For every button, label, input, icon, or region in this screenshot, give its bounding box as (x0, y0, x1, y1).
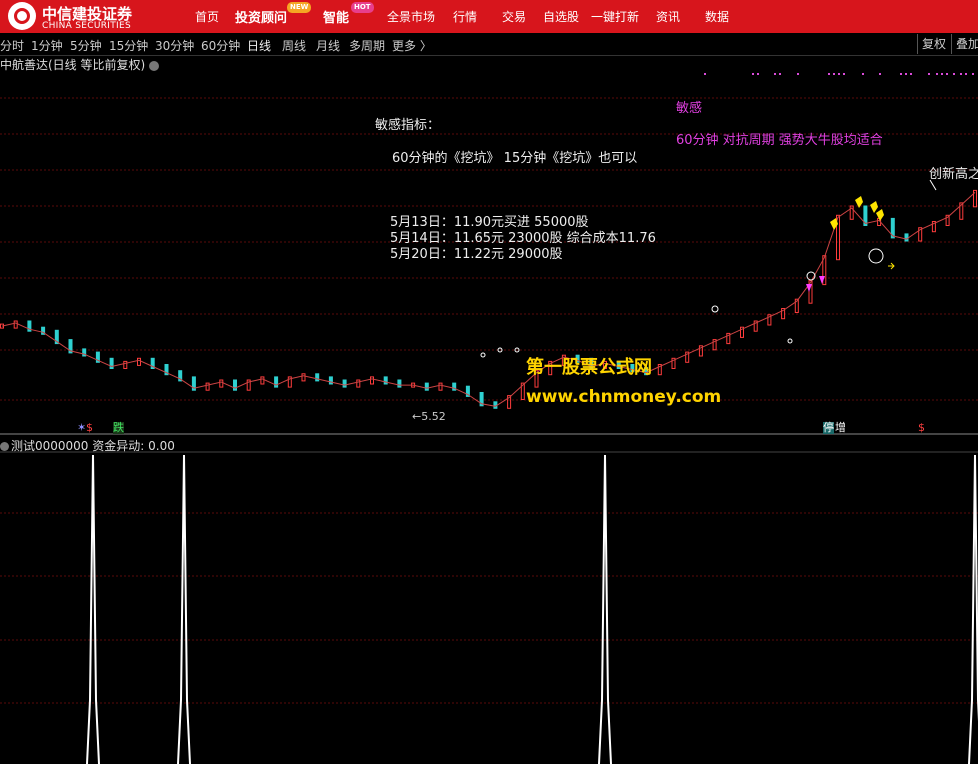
indicator-spike (968, 454, 978, 764)
candle (904, 233, 909, 242)
candle (397, 379, 402, 388)
ting-signal: 停 (823, 421, 834, 434)
candle (137, 357, 141, 366)
low-price-label: ←5.52 (412, 410, 446, 423)
indicator-spike (177, 454, 191, 764)
dropdown-icon[interactable] (149, 60, 160, 71)
candle (356, 379, 361, 388)
indicator-spike (86, 454, 100, 764)
candle (438, 382, 443, 391)
stock-title[interactable]: 中航善达(日线 等比前复权) (0, 56, 160, 73)
note-line1: 60分钟的《挖坑》 15分钟《挖坑》也可以 (392, 151, 638, 166)
candle (301, 373, 306, 382)
candle (123, 360, 128, 369)
candle (260, 376, 265, 385)
indicator-title-text: 测试0000000 资金异动: 0.00 (11, 439, 175, 453)
candle (219, 379, 224, 388)
indicator-spike (598, 454, 612, 764)
star-signal: ✶ (77, 421, 87, 434)
candle (13, 320, 18, 329)
dollar-signal-2: $ (918, 421, 925, 434)
top-dots (704, 73, 974, 75)
indicator-title[interactable]: 测试0000000 资金异动: 0.00 (0, 437, 175, 454)
candle (315, 373, 320, 382)
watermark-cn: 第一股票公式网 (526, 357, 652, 378)
candle (342, 379, 347, 388)
candle (205, 382, 210, 391)
new-high-arrow-small (888, 262, 895, 270)
candle (424, 382, 429, 391)
pink-note-line: 60分钟 对抗周期 强势大牛股均适合 (676, 133, 883, 148)
new-high-label: 创新高之 (929, 167, 978, 182)
stock-title-text: 中航善达(日线 等比前复权) (0, 58, 146, 72)
candle (383, 376, 388, 385)
trade-note-3: 5月20日：11.22元 29000股 (390, 247, 563, 262)
watermark-url: www.chnmoney.com (526, 387, 722, 407)
candle (370, 376, 374, 385)
dollar-signal-1: $ (86, 421, 93, 434)
note-header: 敏感指标： (375, 118, 441, 133)
pink-note-title: 敏感 (676, 101, 703, 116)
indicator-spikes (86, 454, 978, 764)
kline-chart[interactable] (0, 0, 978, 764)
yellow-hand-markers (830, 196, 884, 230)
grid-lines (0, 97, 978, 704)
zeng-signal: 增 (835, 421, 846, 434)
indicator-dropdown-icon[interactable] (0, 442, 9, 451)
candle (328, 376, 333, 385)
die-signal: 跌 (113, 421, 124, 434)
